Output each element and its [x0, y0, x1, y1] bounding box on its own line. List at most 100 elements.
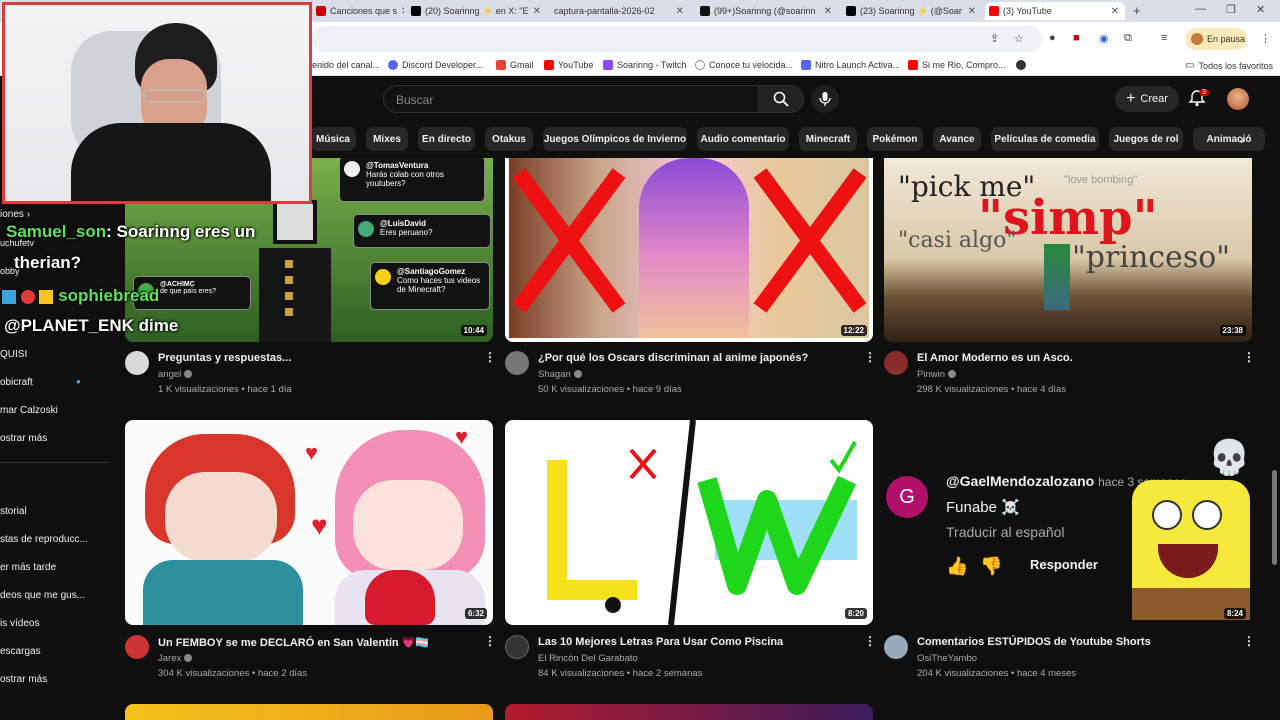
account-avatar[interactable] [1227, 88, 1249, 110]
browser-tab[interactable]: (20) Soarinng ⚡ en X: "E ✕ [407, 2, 547, 20]
extension-icon[interactable]: ◉ [1099, 32, 1109, 45]
bookmark-item[interactable] [1016, 60, 1026, 70]
chip[interactable]: Mixes [366, 127, 408, 151]
bookmark-item[interactable]: Conoce tu velocida... [695, 60, 793, 70]
chip[interactable]: Minecraft [799, 127, 857, 151]
more-options-icon[interactable]: ⋮ [864, 634, 876, 648]
video-title[interactable]: Un FEMBOY se me DECLARÓ en San Valentín … [158, 636, 429, 649]
channel-avatar[interactable] [125, 351, 149, 375]
bookmark-item[interactable]: enido del canal... [312, 60, 380, 70]
chip[interactable]: Audio comentario [697, 127, 789, 151]
sidebar-item-watch-later[interactable]: er más tarde [0, 562, 56, 573]
chip[interactable]: Otakus [485, 127, 533, 151]
chip[interactable]: Avance [933, 127, 981, 151]
video-title[interactable]: El Amor Moderno es un Asco. [917, 352, 1073, 364]
sidebar-item-liked-videos[interactable]: deos que me gus... [0, 590, 85, 601]
video-title[interactable]: ¿Por qué los Oscars discriminan al anime… [538, 352, 808, 364]
chip[interactable]: Animació [1193, 127, 1265, 151]
chip[interactable]: Pokémon [867, 127, 923, 151]
bookmark-item[interactable]: Gmail [496, 60, 534, 70]
new-tab-button[interactable]: + [1133, 3, 1141, 18]
bookmark-item[interactable]: Si me Rio, Compro... [908, 60, 1006, 70]
avatar [358, 221, 374, 237]
profile-paused-button[interactable]: En pausa [1185, 28, 1247, 50]
sidebar-item-your-videos[interactable]: is vídeos [0, 618, 39, 629]
browser-tab[interactable]: Canciones que s✕ [312, 2, 404, 20]
scrollbar-thumb[interactable] [1272, 470, 1277, 565]
close-icon[interactable]: ✕ [1111, 6, 1125, 17]
more-options-icon[interactable]: ⋮ [484, 350, 496, 364]
bookmark-item[interactable]: Nitro Launch Activa... [801, 60, 900, 70]
browser-tab-active[interactable]: (3) YouTube ✕ [985, 2, 1125, 20]
show-more-button[interactable]: ostrar más [0, 674, 47, 685]
extension-icon[interactable]: ● [1049, 32, 1056, 44]
channel-name[interactable]: Pinwin [917, 369, 956, 380]
channel-name[interactable]: angel [158, 369, 193, 380]
close-icon[interactable]: ✕ [824, 6, 838, 17]
window-close-icon[interactable]: ✕ [1256, 3, 1265, 16]
minimize-icon[interactable]: — [1195, 3, 1206, 15]
chip[interactable]: Películas de comedia [991, 127, 1099, 151]
install-app-icon[interactable]: ⇪ [990, 32, 999, 45]
sidebar-item-downloads[interactable]: escargas [0, 646, 41, 657]
search-input[interactable]: Buscar [383, 85, 759, 113]
close-icon[interactable]: ✕ [968, 6, 982, 17]
channel-name[interactable]: Jarex [158, 653, 193, 664]
thumb-text: "love bombing" [1064, 174, 1138, 186]
more-options-icon[interactable]: ⋮ [1243, 634, 1255, 648]
maximize-icon[interactable]: ❐ [1226, 3, 1236, 16]
bookmark-star-icon[interactable]: ☆ [1014, 32, 1024, 45]
video-thumbnail[interactable]: 8:20 [505, 420, 873, 625]
sidebar-item-playlists[interactable]: stas de reproducc... [0, 534, 88, 545]
sidebar-item[interactable]: obicraft ● [0, 377, 81, 388]
video-thumbnail[interactable] [125, 704, 493, 720]
channel-avatar[interactable] [125, 635, 149, 659]
show-more-button[interactable]: ostrar más [0, 433, 47, 444]
channel-avatar[interactable] [505, 351, 529, 375]
chip[interactable]: Juegos Olímpicos de Invierno [543, 127, 687, 151]
video-title[interactable]: Las 10 Mejores Letras Para Usar Como Pis… [538, 636, 783, 648]
extension-icon[interactable]: ■ [1073, 32, 1080, 44]
address-input[interactable] [312, 26, 1042, 52]
sidebar-item[interactable]: mar Calzoski [0, 405, 58, 416]
video-thumbnail[interactable]: G @GaelMendozalozano hace 3 semanas Funa… [884, 420, 1252, 625]
all-favorites[interactable]: ▭ Todos los favoritos [1185, 60, 1273, 71]
search-button[interactable] [758, 85, 804, 113]
chevron-right-icon[interactable]: › [1240, 131, 1245, 147]
sidebar-item[interactable]: iones › [0, 209, 30, 220]
close-icon[interactable]: ✕ [533, 6, 547, 17]
chip[interactable]: En directo [418, 127, 475, 151]
more-options-icon[interactable]: ⋮ [864, 350, 876, 364]
more-options-icon[interactable]: ⋮ [1243, 350, 1255, 364]
channel-avatar[interactable] [884, 351, 908, 375]
close-icon[interactable]: ✕ [676, 6, 690, 17]
video-thumbnail[interactable]: ♥ ♥ ♥ 6:32 [125, 420, 493, 625]
bookmark-item[interactable]: Soarinng - Twitch [603, 60, 686, 70]
channel-name[interactable]: Shagan [538, 369, 582, 380]
video-title[interactable]: Preguntas y respuestas... [158, 352, 291, 364]
sidebar-item-history[interactable]: storial [0, 506, 27, 517]
video-thumbnail[interactable]: 12:22 [505, 158, 873, 342]
channel-name[interactable]: El Rincón Del Garabato [538, 653, 638, 664]
channel-avatar[interactable] [884, 635, 908, 659]
browser-menu-icon[interactable]: ⋮ [1260, 32, 1271, 45]
channel-avatar[interactable] [505, 635, 529, 659]
video-thumbnail[interactable]: "pick me" "love bombing" "simp" "casi al… [884, 158, 1252, 342]
close-icon[interactable]: ✕ [401, 6, 404, 17]
browser-tab[interactable]: captura-pantalla-2026-02 ✕ [550, 2, 690, 20]
browser-tab[interactable]: (23) Soarinng ⚡ (@Soar ✕ [842, 2, 982, 20]
channel-name[interactable]: OsiTheYambo [917, 653, 977, 664]
browser-tab[interactable]: (99+)Soarinng (@soarinn ✕ [696, 2, 838, 20]
sidebar-item[interactable]: QUISI [0, 349, 27, 360]
more-options-icon[interactable]: ⋮ [484, 634, 496, 648]
video-title[interactable]: Comentarios ESTÚPIDOS de Youtube Shorts [917, 636, 1151, 648]
voice-search-button[interactable] [811, 85, 839, 113]
chip[interactable]: Juegos de rol [1109, 127, 1183, 151]
video-thumbnail[interactable] [505, 704, 873, 720]
tab-search-icon[interactable]: ≡ [1161, 32, 1167, 44]
bookmark-item[interactable]: YouTube [544, 60, 593, 70]
bookmark-item[interactable]: Discord Developer... [388, 60, 483, 70]
create-button[interactable]: + Crear [1115, 86, 1179, 112]
chip[interactable]: Música [310, 127, 356, 151]
extensions-puzzle-icon[interactable]: ⧉ [1124, 32, 1132, 45]
